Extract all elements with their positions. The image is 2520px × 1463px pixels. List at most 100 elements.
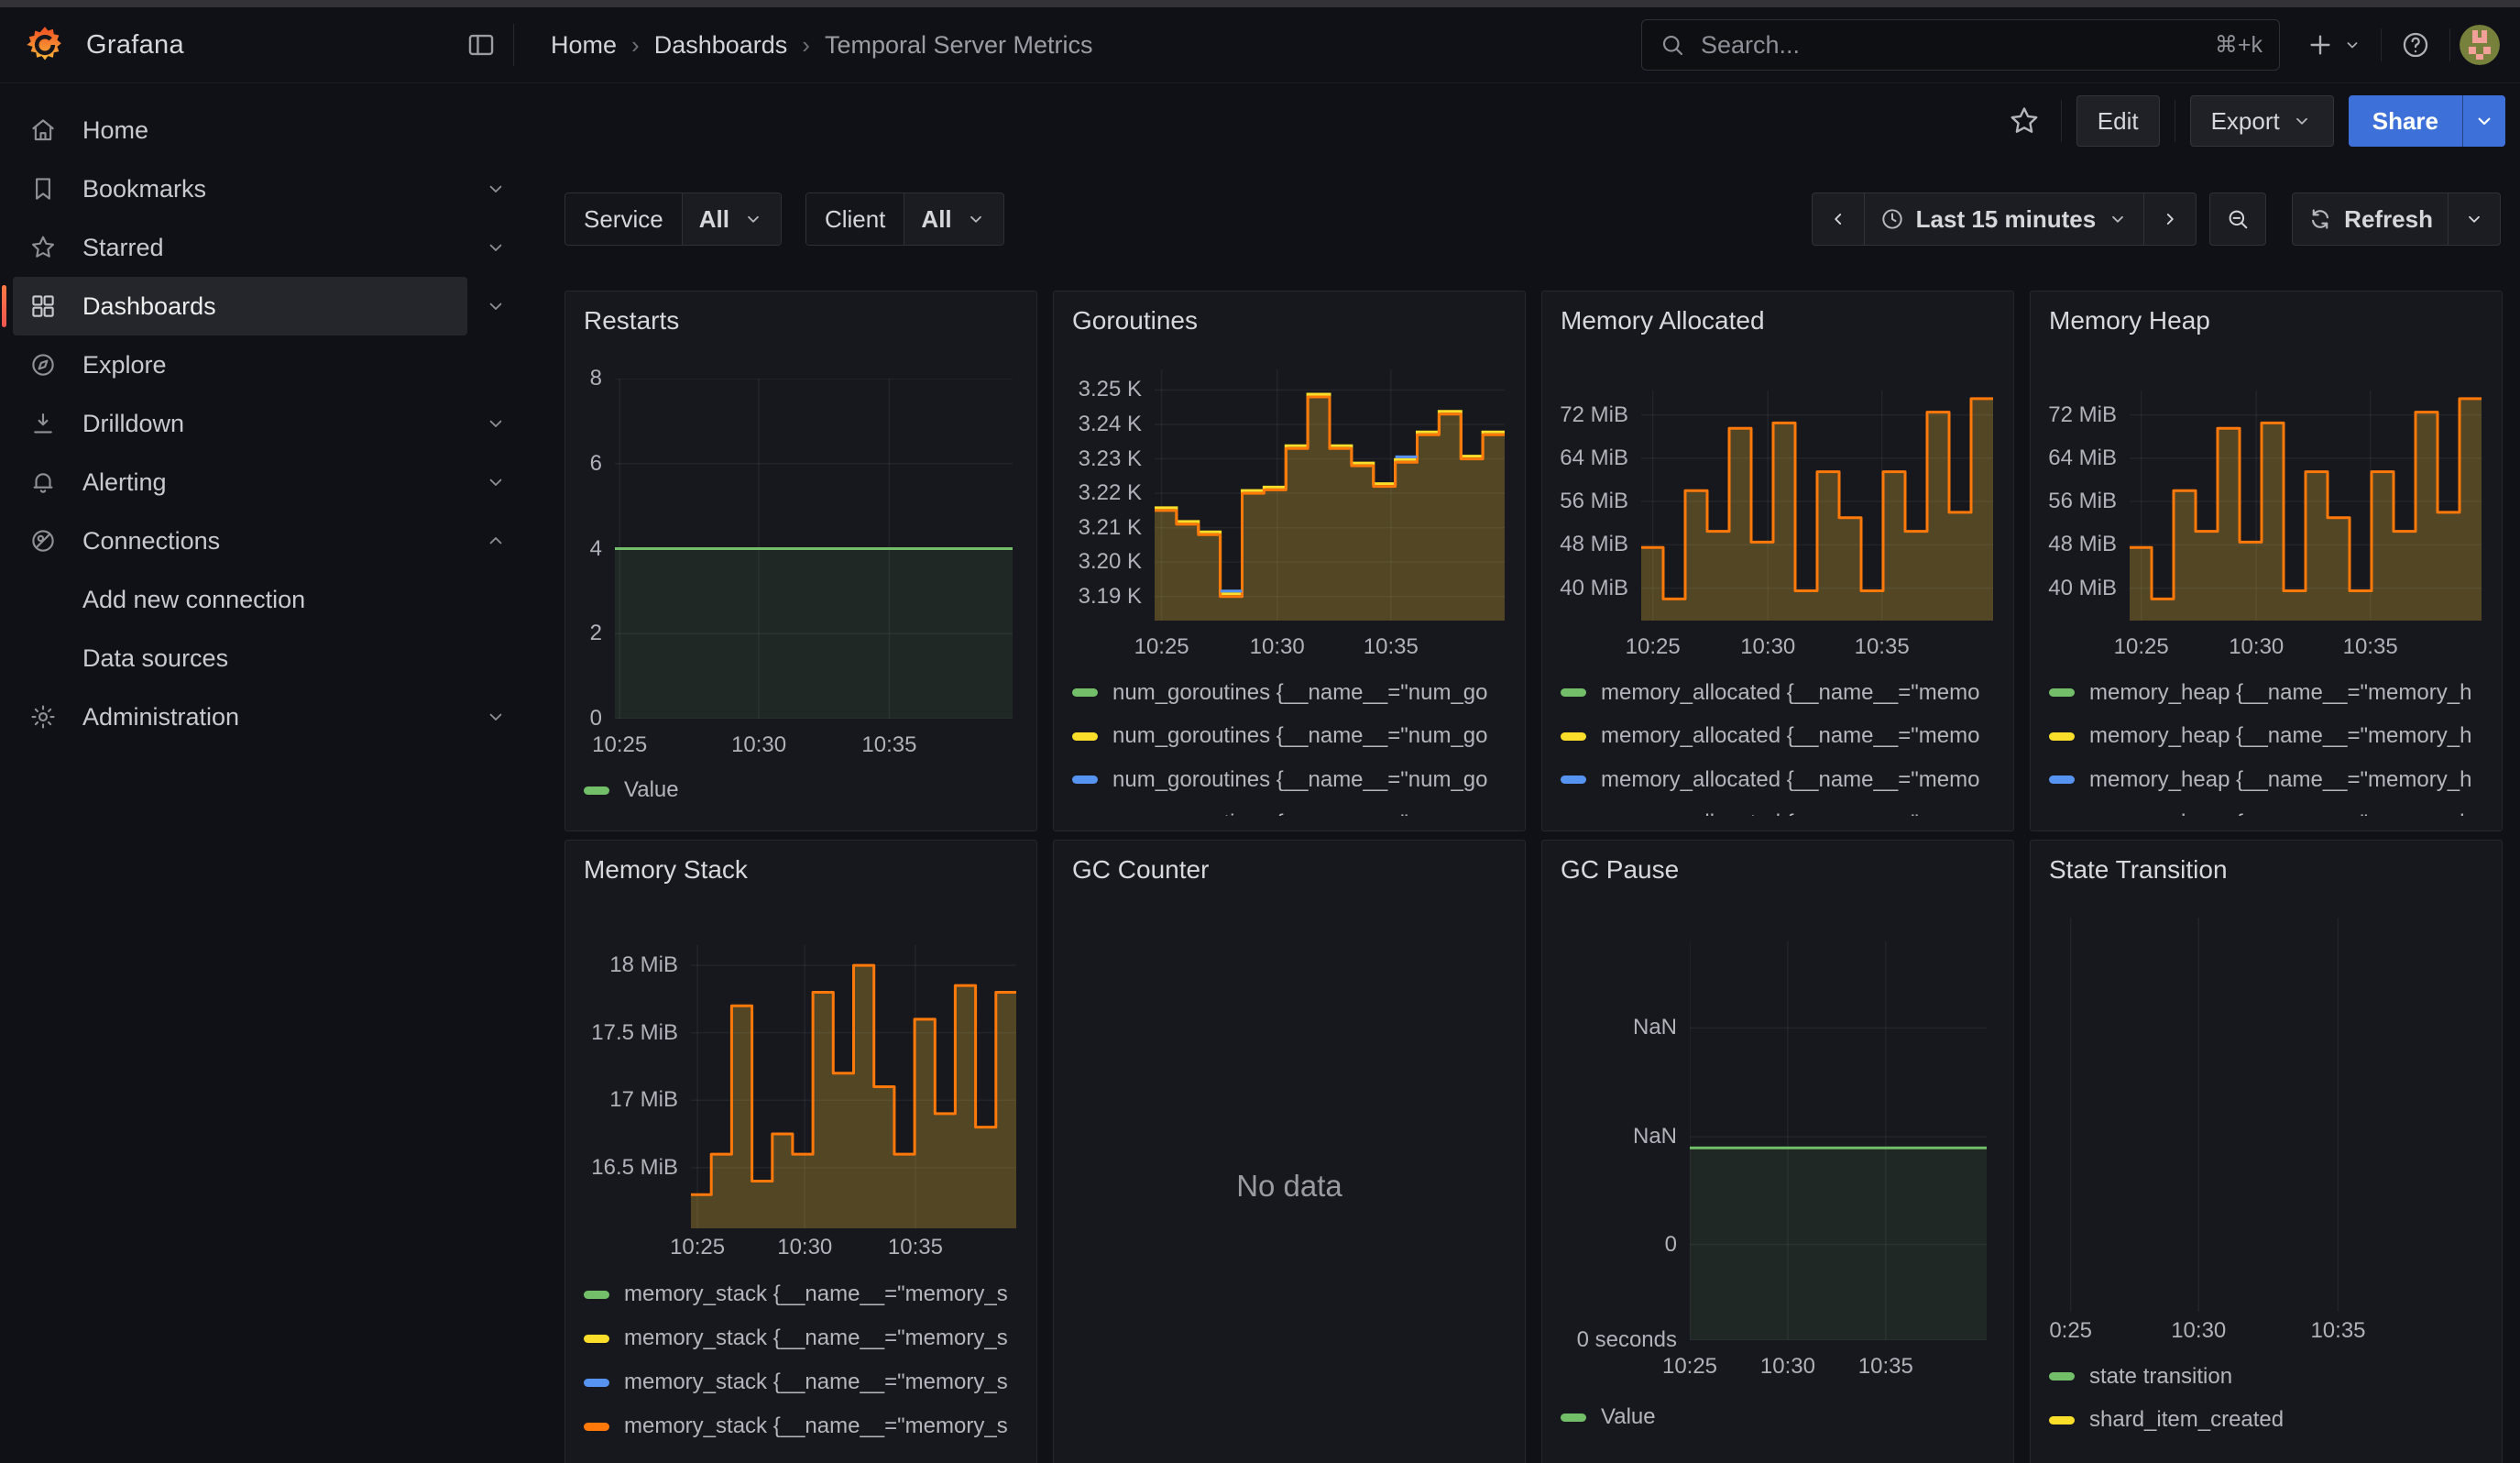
panel-restarts: Restarts Value 8642010:2510:3010:35 bbox=[564, 291, 1037, 831]
legend-item[interactable]: memory_stack {__name__="memory_s bbox=[584, 1272, 1024, 1316]
sidebar-item-home[interactable]: Home bbox=[13, 101, 467, 160]
legend-item[interactable]: memory_allocated {__name__="memo bbox=[1561, 802, 2000, 817]
service-filter-value[interactable]: All bbox=[683, 193, 781, 245]
chart-plot-area[interactable] bbox=[2040, 918, 2487, 1312]
chart-plot-area[interactable] bbox=[2130, 390, 2482, 621]
edit-button[interactable]: Edit bbox=[2076, 95, 2160, 147]
chevron-down-icon bbox=[2342, 35, 2362, 55]
chevron-down-icon[interactable] bbox=[484, 177, 508, 201]
sidebar-item-data-sources[interactable]: Data sources bbox=[13, 629, 467, 688]
legend-item[interactable]: Value bbox=[1561, 1396, 2000, 1438]
panel-title[interactable]: Memory Stack bbox=[584, 855, 748, 885]
y-axis-tick-label: 48 MiB bbox=[1560, 532, 1628, 557]
y-axis-tick-label: 3.20 K bbox=[1079, 549, 1142, 575]
legend-item[interactable]: memory_allocated {__name__="memo bbox=[1561, 671, 2000, 715]
sidebar-item-alerting[interactable]: Alerting bbox=[13, 453, 467, 512]
sidebar-item-dashboards[interactable]: Dashboards bbox=[13, 277, 467, 336]
breadcrumb: Home › Dashboards › Temporal Server Metr… bbox=[551, 31, 1641, 60]
sidebar-item-add-new-connection[interactable]: Add new connection bbox=[13, 570, 467, 629]
legend-item[interactable]: memory_heap {__name__="memory_h bbox=[2049, 758, 2489, 802]
sidebar-item-starred[interactable]: Starred bbox=[13, 218, 467, 277]
share-button[interactable]: Share bbox=[2349, 95, 2462, 147]
sidebar-item-label: Connections bbox=[82, 527, 220, 556]
panel-title[interactable]: Memory Heap bbox=[2049, 306, 2210, 336]
x-axis-tick-label: 10:35 bbox=[888, 1235, 943, 1260]
user-avatar[interactable] bbox=[2460, 25, 2500, 65]
chevron-down-icon[interactable] bbox=[484, 470, 508, 494]
add-new-button[interactable] bbox=[2296, 30, 2372, 60]
zoom-out-button[interactable] bbox=[2210, 193, 2265, 245]
chevron-down-icon[interactable] bbox=[484, 412, 508, 435]
sidebar-item-drilldown[interactable]: Drilldown bbox=[13, 394, 467, 453]
y-axis-tick-label: NaN bbox=[1633, 1124, 1677, 1150]
chart-plot-area[interactable] bbox=[691, 945, 1016, 1228]
legend-item[interactable]: shard_item_created bbox=[2049, 1399, 2489, 1443]
legend-item[interactable]: memory_stack {__name__="memory_s bbox=[584, 1316, 1024, 1360]
window-edge-strip bbox=[0, 0, 2520, 7]
chart-plot-area[interactable] bbox=[1641, 390, 1993, 621]
legend-swatch bbox=[584, 1379, 609, 1387]
legend-item[interactable]: num_goroutines {__name__="num_go bbox=[1072, 758, 1512, 802]
panel-legend: state transitionshard_item_created bbox=[2049, 1355, 2489, 1463]
sidebar-item-label: Administration bbox=[82, 703, 239, 732]
x-axis-tick-label: 10:35 bbox=[1364, 634, 1419, 660]
panel-title[interactable]: Goroutines bbox=[1072, 306, 1198, 336]
chevron-left-icon bbox=[1827, 208, 1849, 230]
legend-item[interactable]: num_goroutines {__name__="num_go bbox=[1072, 671, 1512, 715]
breadcrumb-dashboards[interactable]: Dashboards bbox=[654, 31, 788, 60]
time-shift-forward-button[interactable] bbox=[2144, 193, 2196, 245]
chart-plot-area[interactable] bbox=[615, 379, 1013, 719]
refresh-button[interactable]: Refresh bbox=[2293, 193, 2449, 245]
share-dropdown-button[interactable] bbox=[2462, 95, 2505, 147]
breadcrumb-home[interactable]: Home bbox=[551, 31, 617, 60]
time-shift-back-button[interactable] bbox=[1813, 193, 1865, 245]
legend-item[interactable]: memory_heap {__name__="memory_h bbox=[2049, 802, 2489, 817]
time-range-picker[interactable]: Last 15 minutes bbox=[1865, 193, 2145, 245]
legend-item[interactable]: Value bbox=[584, 769, 1024, 811]
legend-item[interactable]: num_goroutines {__name__="num_go bbox=[1072, 802, 1512, 817]
favorite-star-icon[interactable] bbox=[2002, 104, 2046, 138]
export-button[interactable]: Export bbox=[2190, 95, 2334, 147]
chart-plot-area[interactable] bbox=[1155, 369, 1505, 621]
help-icon[interactable] bbox=[2391, 29, 2440, 60]
chevron-down-icon bbox=[965, 208, 987, 230]
chevron-down-icon[interactable] bbox=[484, 705, 508, 729]
search-box[interactable]: ⌘+k bbox=[1641, 19, 2280, 71]
legend-item[interactable]: memory_heap {__name__="memory_h bbox=[2049, 671, 2489, 715]
sidebar-item-bookmarks[interactable]: Bookmarks bbox=[13, 160, 467, 218]
search-icon bbox=[1659, 31, 1686, 59]
client-filter-value[interactable]: All bbox=[904, 193, 1003, 245]
sidebar-item-connections[interactable]: Connections bbox=[13, 512, 467, 570]
legend-item[interactable]: memory_stack {__name__="memory_s bbox=[584, 1360, 1024, 1404]
legend-item[interactable]: state transition bbox=[2049, 1355, 2489, 1399]
legend-item[interactable]: memory_allocated {__name__="memo bbox=[1561, 758, 2000, 802]
legend-item[interactable]: num_goroutines {__name__="num_go bbox=[1072, 715, 1512, 759]
dashboards-grid-icon bbox=[29, 292, 57, 320]
refresh-icon bbox=[2307, 206, 2333, 232]
chevron-up-icon[interactable] bbox=[484, 529, 508, 553]
chart-plot-area[interactable] bbox=[1690, 941, 1987, 1340]
y-axis-tick-label: 40 MiB bbox=[2048, 576, 2117, 601]
panel-title[interactable]: Restarts bbox=[584, 306, 679, 336]
legend-item[interactable]: memory_heap {__name__="memory_h bbox=[2049, 715, 2489, 759]
sidebar-item-explore[interactable]: Explore bbox=[13, 336, 467, 394]
sidebar-item-administration[interactable]: Administration bbox=[13, 688, 467, 746]
legend-item[interactable]: memory_allocated {__name__="memo bbox=[1561, 715, 2000, 759]
refresh-interval-dropdown[interactable] bbox=[2449, 193, 2500, 245]
legend-label: memory_stack {__name__="memory_s bbox=[624, 1282, 1008, 1307]
chevron-down-icon[interactable] bbox=[484, 236, 508, 259]
sidebar-item-label: Data sources bbox=[82, 644, 228, 673]
legend-swatch bbox=[2049, 776, 2075, 784]
no-data-message: No data bbox=[1054, 1169, 1525, 1204]
search-input[interactable] bbox=[1699, 30, 2215, 60]
bookmark-icon bbox=[29, 175, 57, 203]
panel-title[interactable]: GC Pause bbox=[1561, 855, 1679, 885]
panel-title[interactable]: GC Counter bbox=[1072, 855, 1209, 885]
panel-title[interactable]: Memory Allocated bbox=[1561, 306, 1765, 336]
x-axis-tick-label: 10:35 bbox=[861, 732, 916, 758]
y-axis-tick-label: 17 MiB bbox=[609, 1087, 678, 1113]
legend-item[interactable]: memory_stack {__name__="memory_s bbox=[584, 1404, 1024, 1448]
sidebar-toggle-icon[interactable] bbox=[466, 29, 497, 60]
panel-title[interactable]: State Transition bbox=[2049, 855, 2228, 885]
chevron-down-icon[interactable] bbox=[484, 294, 508, 318]
